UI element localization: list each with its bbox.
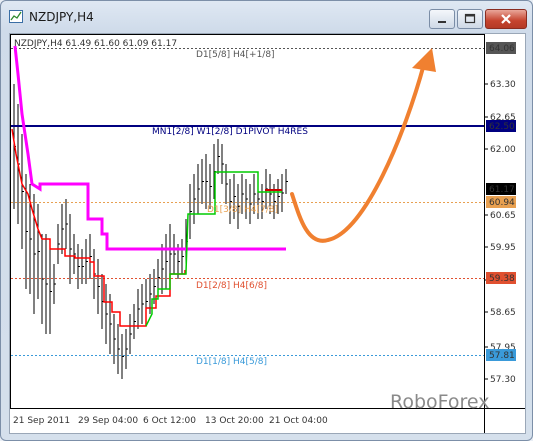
- title-bar[interactable]: NZDJPY,H4: [1, 1, 532, 33]
- date-label: 13 Oct 20:00: [205, 416, 264, 426]
- maximize-button[interactable]: [457, 9, 483, 29]
- date-label: 21 Oct 04:00: [269, 416, 328, 426]
- minimize-icon: [438, 21, 446, 23]
- window-title: NZDJPY,H4: [29, 10, 94, 24]
- minimize-button[interactable]: [429, 9, 455, 29]
- price-label: 60.65: [490, 211, 516, 221]
- tag-62-50-text: 62.50: [489, 122, 515, 132]
- price-label: 59.95: [490, 243, 516, 253]
- tag-57-81-text: 57.81: [489, 351, 515, 361]
- price-label: 62.00: [490, 145, 516, 155]
- tag-64-06-text: 64.06: [489, 44, 515, 54]
- time-scale: 21 Sep 2011 29 Sep 04:00 6 Oct 12:00 13 Oct…: [13, 416, 328, 426]
- level-label-64-06: D1[5/8] H4[+1/8]: [196, 50, 275, 60]
- maximize-icon: [464, 13, 476, 24]
- symbol-info: NZDJPY,H4 61.49 61.60 61.09 61.17: [14, 39, 177, 49]
- date-label: 29 Sep 04:00: [78, 416, 138, 426]
- date-label: 21 Sep 2011: [13, 416, 70, 426]
- chart-area[interactable]: D1[5/8] H4[+1/8] MN1[2/8] W1[2/8] D1PIVO…: [9, 33, 526, 434]
- price-label: 63.30: [490, 80, 516, 90]
- price-label: 58.65: [490, 308, 516, 318]
- tag-current-text: 61.17: [489, 185, 515, 195]
- plot-frame: [10, 34, 485, 409]
- date-label: 6 Oct 12:00: [143, 416, 196, 426]
- price-chart[interactable]: D1[5/8] H4[+1/8] MN1[2/8] W1[2/8] D1PIVO…: [10, 34, 525, 433]
- tag-60-94-text: 60.94: [489, 198, 515, 208]
- level-label-62-50: MN1[2/8] W1[2/8] D1PIVOT H4RES: [152, 127, 308, 137]
- chart-app-icon: [9, 10, 23, 23]
- level-label-57-81: D1[1/8] H4[5/8]: [196, 357, 267, 367]
- price-label: 57.30: [490, 375, 516, 385]
- close-icon: [501, 14, 511, 24]
- chart-window: NZDJPY,H4 D1[5/8] H4[+1/8] MN1[2/8] W1[2…: [0, 0, 533, 441]
- close-button[interactable]: [485, 9, 527, 29]
- level-label-60-94: D1[3/8] H4[7/8]: [207, 205, 278, 215]
- level-label-59-38: D1[2/8] H4[6/8]: [196, 281, 267, 291]
- broker-watermark: RoboForex: [390, 391, 490, 413]
- tag-59-38-text: 59.38: [489, 274, 515, 284]
